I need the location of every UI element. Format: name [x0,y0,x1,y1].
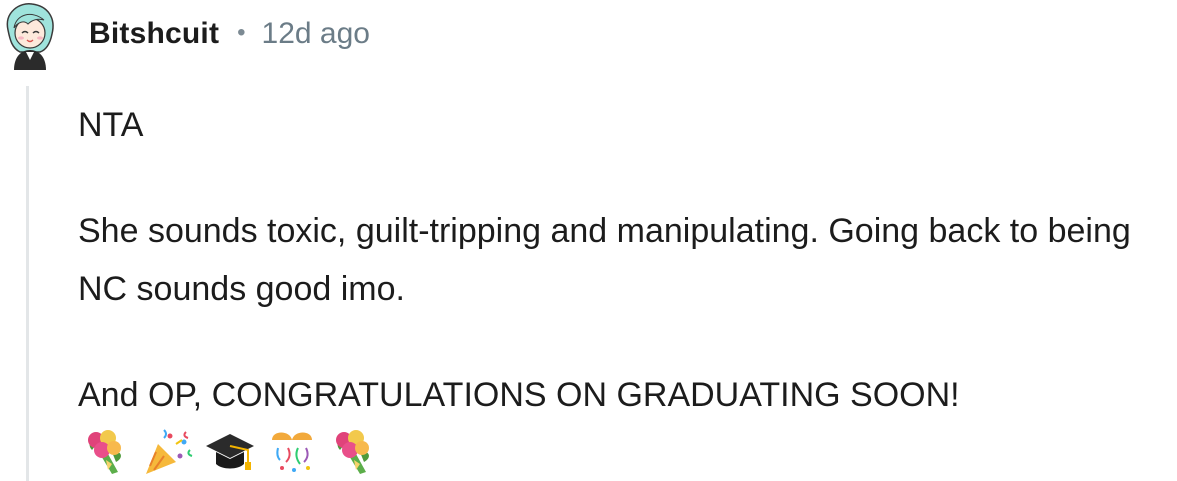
comment-body: NTA She sounds toxic, guilt-tripping and… [78,96,1168,424]
comment-header: Bitshcuit • 12d ago [89,12,370,56]
comment: Bitshcuit • 12d ago NTA She sounds toxic… [0,0,1177,481]
separator-dot: • [237,19,246,46]
party-popper-icon [146,429,193,474]
graduation-cap-icon [206,434,254,470]
bouquet-icon [88,430,121,474]
avatar[interactable] [0,0,60,70]
thread-line[interactable] [26,86,29,481]
username-link[interactable]: Bitshcuit [89,17,219,51]
confetti-ball-icon [272,432,312,472]
bouquet-icon [336,430,369,474]
timestamp[interactable]: 12d ago [262,17,370,51]
comment-paragraph: She sounds toxic, guilt-tripping and man… [78,212,1131,308]
comment-paragraph: NTA [78,106,144,144]
emoji-row [78,426,382,478]
comment-paragraph: And OP, CONGRATULATIONS ON GRADUATING SO… [78,376,960,414]
